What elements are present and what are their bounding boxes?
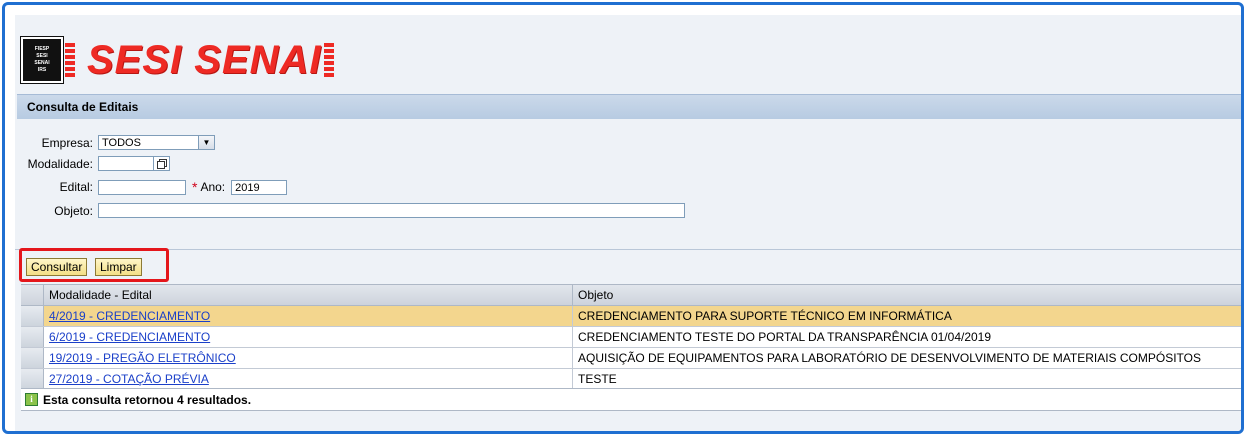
- results-table: Modalidade - Edital Objeto 4/2019 - CRED…: [21, 284, 1241, 390]
- table-header: Modalidade - Edital Objeto: [21, 284, 1241, 306]
- modalidade-row: Modalidade:: [15, 156, 170, 171]
- edital-row: Edital: * Ano: 2019: [15, 179, 288, 195]
- edital-input[interactable]: [98, 179, 186, 195]
- page-title: Consulta de Editais: [17, 94, 1241, 120]
- page-content: FIESP SESI SENAI IRS SESI SENAI Consulta…: [15, 15, 1241, 431]
- edital-link[interactable]: 19/2019 - PREGÃO ELETRÔNICO: [49, 351, 236, 365]
- row-selector[interactable]: [21, 327, 44, 347]
- empresa-label: Empresa:: [41, 135, 93, 150]
- required-marker: *: [192, 179, 198, 195]
- search-form: Empresa: TODOS ▼ Modalidade: Edital: * A…: [15, 119, 1241, 249]
- logo-line: SENAI: [34, 60, 50, 66]
- modalidade-label: Modalidade:: [27, 156, 93, 171]
- modalidade-input[interactable]: [98, 156, 154, 171]
- table-row[interactable]: 19/2019 - PREGÃO ELETRÔNICO AQUISIÇÃO DE…: [21, 348, 1241, 369]
- consultar-button[interactable]: Consultar: [26, 258, 88, 276]
- logo-stripes: [323, 43, 334, 77]
- value-help-icon[interactable]: [154, 156, 170, 171]
- objeto-label: Objeto:: [54, 203, 93, 218]
- edital-link[interactable]: 27/2019 - COTAÇÃO PRÉVIA: [49, 372, 209, 386]
- row-selector[interactable]: [21, 369, 44, 389]
- edital-label: Edital:: [59, 180, 93, 194]
- empresa-row: Empresa: TODOS ▼: [15, 135, 215, 150]
- logo: FIESP SESI SENAI IRS SESI SENAI: [21, 35, 334, 85]
- logo-line: FIESP: [34, 46, 50, 52]
- edital-link[interactable]: 6/2019 - CREDENCIAMENTO: [49, 330, 210, 344]
- status-bar: i Esta consulta retornou 4 resultados.: [21, 388, 1241, 411]
- logo-line: SESI: [36, 53, 48, 59]
- objeto-cell: CREDENCIAMENTO PARA SUPORTE TÉCNICO EM I…: [578, 309, 952, 323]
- ano-label: Ano:: [200, 180, 226, 194]
- logo-line: IRS: [37, 67, 47, 73]
- logo-stripes: [65, 43, 75, 77]
- column-header-objeto[interactable]: Objeto: [573, 285, 1241, 305]
- info-icon: i: [25, 393, 38, 406]
- table-row[interactable]: 6/2019 - CREDENCIAMENTO CREDENCIAMENTO T…: [21, 327, 1241, 348]
- empresa-select[interactable]: TODOS: [98, 135, 199, 150]
- app-frame: FIESP SESI SENAI IRS SESI SENAI Consulta…: [2, 2, 1244, 434]
- column-header-edital[interactable]: Modalidade - Edital: [44, 285, 573, 305]
- row-selector[interactable]: [21, 306, 44, 326]
- chevron-down-icon[interactable]: ▼: [199, 135, 215, 150]
- objeto-cell: TESTE: [578, 372, 617, 386]
- table-row[interactable]: 4/2019 - CREDENCIAMENTO CREDENCIAMENTO P…: [21, 306, 1241, 327]
- ano-input[interactable]: 2019: [231, 179, 288, 195]
- divider: [15, 249, 1241, 250]
- select-all-cell[interactable]: [21, 285, 44, 305]
- table-row[interactable]: 27/2019 - COTAÇÃO PRÉVIA TESTE: [21, 369, 1241, 390]
- objeto-cell: CREDENCIAMENTO TESTE DO PORTAL DA TRANSP…: [578, 330, 992, 344]
- limpar-button[interactable]: Limpar: [95, 258, 142, 276]
- logo-text: SESI SENAI: [87, 37, 322, 82]
- objeto-row: Objeto:: [15, 203, 685, 218]
- row-selector[interactable]: [21, 348, 44, 368]
- status-message: Esta consulta retornou 4 resultados.: [43, 392, 252, 407]
- logo-box: FIESP SESI SENAI IRS: [21, 37, 63, 83]
- objeto-cell: AQUISIÇÃO DE EQUIPAMENTOS PARA LABORATÓR…: [578, 351, 1202, 365]
- objeto-input[interactable]: [98, 203, 685, 218]
- edital-link[interactable]: 4/2019 - CREDENCIAMENTO: [49, 309, 210, 323]
